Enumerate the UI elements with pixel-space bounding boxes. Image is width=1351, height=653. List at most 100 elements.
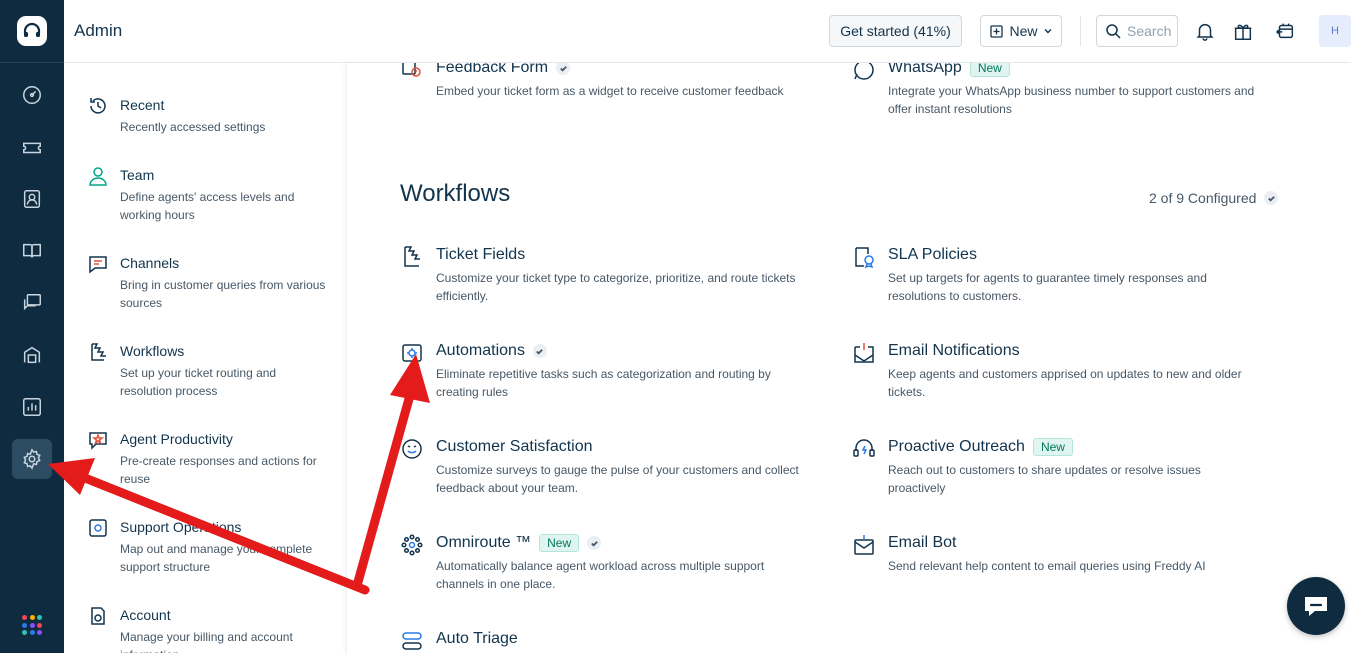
card-desc: Eliminate repetitive tasks such as categ… — [436, 367, 771, 399]
contacts-icon[interactable] — [12, 179, 52, 219]
card-title: Automations — [436, 342, 547, 360]
card-title-text: Email Bot — [888, 534, 957, 551]
card-title-text: Feedback Form — [436, 63, 549, 76]
card-title: Auto Triage — [436, 630, 518, 648]
page-title: Admin — [74, 21, 123, 40]
card-title-text: Customer Satisfaction — [436, 438, 593, 455]
admin-settings-gear-icon[interactable] — [12, 439, 52, 479]
workflow-icon — [88, 342, 110, 364]
card-title-text: Ticket Fields — [436, 246, 526, 263]
sla-policies-icon — [852, 245, 878, 271]
configured-check-icon — [532, 344, 547, 358]
tickets-icon[interactable] — [12, 127, 52, 167]
proactive-outreach-icon — [852, 437, 878, 463]
user-icon — [88, 166, 110, 188]
sidebar-item-desc: Bring in customer queries from various s… — [120, 278, 326, 310]
top-header: Admin Get started (41%) New Search H — [64, 0, 1351, 63]
card-title: Omniroute ™ New — [436, 534, 602, 552]
sidebar-item-label: Account — [120, 607, 171, 623]
ticket-fields-icon — [400, 245, 426, 271]
card-title-text: Automations — [436, 342, 525, 359]
groups-icon[interactable] — [12, 335, 52, 375]
card-title-text: Auto Triage — [436, 630, 518, 647]
chat-icon — [88, 254, 110, 276]
card-title-text: SLA Policies — [888, 246, 977, 263]
card-desc: Customize your ticket type to categorize… — [436, 271, 796, 303]
card-title: Proactive Outreach New — [888, 438, 1073, 456]
email-bot-icon — [852, 533, 878, 559]
card-title: Email Bot — [888, 534, 956, 552]
plus-square-icon — [990, 24, 1004, 38]
card-title-text: Email Notifications — [888, 342, 1020, 359]
app-switcher-icon[interactable] — [22, 615, 42, 635]
card-title: SLA Policies — [888, 246, 977, 264]
configured-check-icon — [587, 536, 602, 550]
configured-check-icon — [556, 63, 571, 75]
card-title: Feedback Form — [436, 63, 571, 77]
card-desc: Send relevant help content to email quer… — [888, 559, 1206, 573]
chevron-down-icon — [1044, 29, 1051, 34]
search-icon — [1106, 24, 1121, 39]
apps-switch-icon[interactable] — [1272, 18, 1298, 44]
card-title: Email Notifications — [888, 342, 1020, 360]
email-notifications-icon — [852, 341, 878, 367]
automations-icon — [400, 341, 426, 367]
app-nav-rail — [0, 0, 64, 653]
new-badge: New — [969, 63, 1010, 77]
card-title-text: WhatsApp — [888, 63, 962, 76]
omniroute-icon — [400, 533, 426, 559]
admin-settings-sidebar: Recent Recently accessed settings Team D… — [64, 63, 346, 653]
headset-icon — [23, 22, 41, 37]
header-divider — [1080, 16, 1081, 46]
chat-bubble-icon — [1305, 597, 1327, 616]
history-icon — [88, 96, 110, 118]
auto-triage-icon — [400, 629, 426, 653]
sidebar-item-desc: Manage your billing and account informat… — [120, 630, 293, 653]
card-desc: Integrate your WhatsApp business number … — [888, 84, 1255, 116]
sidebar-item-desc: Pre-create responses and actions for reu… — [120, 454, 317, 486]
card-title: Customer Satisfaction — [436, 438, 593, 456]
configured-count: 2 of 9 Configured — [1149, 190, 1279, 206]
sidebar-item-label: Support Operations — [120, 519, 242, 535]
card-title: Ticket Fields — [436, 246, 525, 264]
configured-check-icon — [1264, 191, 1279, 205]
get-started-button[interactable]: Get started (41%) — [829, 15, 962, 47]
card-title: WhatsApp New — [888, 63, 1010, 77]
reports-icon[interactable] — [12, 387, 52, 427]
card-desc: Reach out to customers to share updates … — [888, 463, 1201, 495]
sidebar-item-label: Recent — [120, 97, 165, 113]
smiley-icon — [400, 437, 426, 463]
sidebar-item-label: Agent Productivity — [120, 431, 233, 447]
rail-divider — [0, 62, 64, 63]
dashboard-icon[interactable] — [12, 75, 52, 115]
card-title-text: Omniroute ™ — [436, 534, 532, 551]
forums-icon[interactable] — [12, 283, 52, 323]
new-button[interactable]: New — [980, 15, 1062, 47]
sidebar-item-desc: Set up your ticket routing and resolutio… — [120, 366, 277, 398]
search-placeholder: Search — [1127, 23, 1172, 39]
configured-count-text: 2 of 9 Configured — [1149, 190, 1257, 206]
knowledge-base-icon[interactable] — [12, 231, 52, 271]
settings-main-content: Feedback Form Embed your ticket form as … — [346, 63, 1351, 653]
productivity-icon — [88, 430, 110, 452]
section-title-workflows: Workflows — [400, 180, 511, 207]
notifications-bell-icon[interactable] — [1192, 18, 1218, 44]
sidebar-item-label: Team — [120, 167, 155, 183]
account-icon — [88, 606, 110, 628]
card-desc: Keep agents and customers apprised on up… — [888, 367, 1242, 399]
whatsapp-icon — [852, 63, 878, 84]
new-badge: New — [1032, 438, 1073, 456]
card-desc: Customize surveys to gauge the pulse of … — [436, 463, 799, 495]
sidebar-item-desc: Recently accessed settings — [120, 120, 266, 134]
search-box[interactable]: Search — [1096, 15, 1178, 47]
sidebar-item-desc: Define agents' access levels and working… — [120, 190, 295, 222]
operations-icon — [88, 518, 110, 540]
sidebar-item-desc: Map out and manage your complete support… — [120, 542, 313, 574]
user-avatar[interactable]: H — [1319, 15, 1351, 47]
freshdesk-logo[interactable] — [17, 16, 47, 46]
sidebar-item-label: Channels — [120, 255, 180, 271]
gift-icon[interactable] — [1230, 18, 1256, 44]
chat-widget-button[interactable] — [1287, 577, 1345, 635]
card-desc: Set up targets for agents to guarantee t… — [888, 271, 1207, 303]
new-button-label: New — [1009, 23, 1038, 39]
